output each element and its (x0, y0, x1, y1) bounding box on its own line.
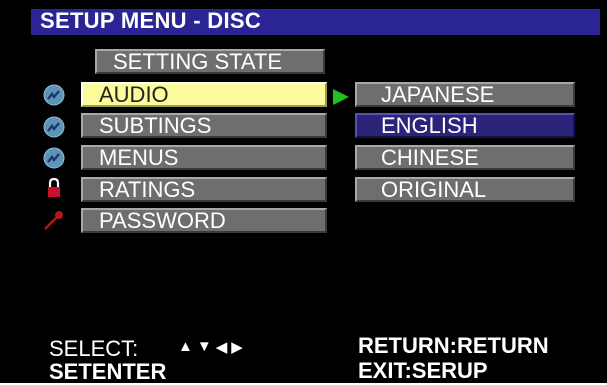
right-arrow-icon: ▶ (231, 339, 243, 356)
pointer-arrow-icon (333, 89, 349, 105)
return-action: RETURN (457, 333, 549, 358)
menu-item-setting-state[interactable]: SETTING STATE (95, 49, 325, 74)
osd-screen: SETUP MENU - DISC SETTING STATE AUDIO SU… (0, 0, 607, 384)
exit-action: SERUP (411, 358, 488, 383)
disc-icon (43, 116, 65, 138)
up-arrow-icon: ▲ (178, 338, 193, 355)
menu-item-menus[interactable]: MENUS (81, 145, 327, 170)
menu-item-subtings[interactable]: SUBTINGS (81, 113, 327, 138)
enter-label: SETENTER (49, 359, 167, 384)
option-english[interactable]: ENGLISH (355, 113, 575, 138)
left-arrow-icon: ◀ (215, 339, 228, 356)
menu-item-audio[interactable]: AUDIO (81, 82, 327, 107)
menu-item-password[interactable]: PASSWORD (81, 208, 327, 233)
down-arrow-icon: ▼ (196, 338, 212, 355)
menu-item-ratings[interactable]: RATINGS (81, 177, 327, 202)
disc-icon (43, 84, 65, 106)
option-original[interactable]: ORIGINAL (355, 177, 575, 202)
return-hint: RETURN:RETURN (358, 333, 549, 359)
exit-hint: EXIT:SERUP (358, 358, 488, 384)
exit-separator: : (404, 358, 412, 383)
page-title: SETUP MENU - DISC (40, 8, 262, 33)
option-japanese[interactable]: JAPANESE (355, 82, 575, 107)
return-separator: : (449, 333, 457, 358)
exit-key: EXIT (358, 358, 405, 383)
option-chinese[interactable]: CHINESE (355, 145, 575, 170)
return-key: RETURN (358, 333, 450, 358)
disc-icon (43, 147, 65, 169)
nav-keys: ▲ ▼ ◀ ▶ (178, 338, 243, 356)
lock-icon (48, 177, 60, 197)
key-icon (44, 211, 63, 230)
